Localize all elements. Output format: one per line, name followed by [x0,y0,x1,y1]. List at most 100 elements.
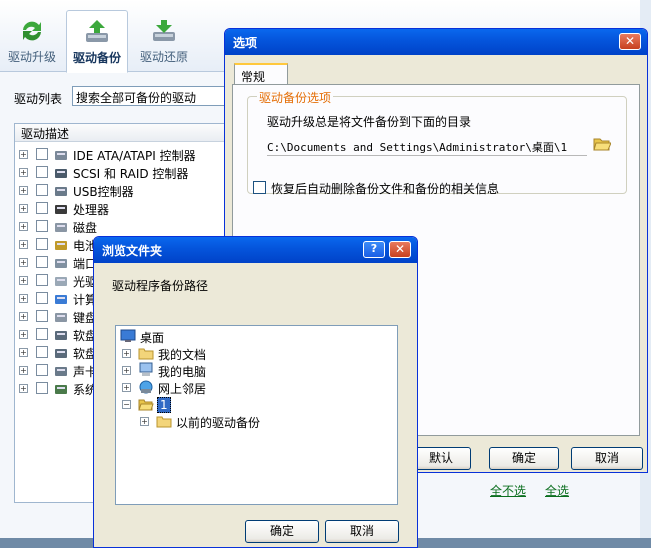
tree-item-label: 以前的驱动备份 [176,416,261,430]
floppy-icon [53,327,69,343]
folder-icon [156,416,172,428]
expand-icon[interactable]: + [19,294,28,303]
driver-checkbox[interactable] [36,220,48,232]
close-icon[interactable]: ✕ [389,241,411,258]
driver-tree-row[interactable]: + 磁盘 [15,218,225,236]
sound-icon [53,363,69,379]
collapse-icon[interactable]: − [122,400,131,409]
expand-icon[interactable]: + [19,258,28,267]
refresh-icon [23,21,41,41]
backup-options-group-title: 驱动备份选项 [257,89,334,106]
desktop-icon [120,329,136,342]
expand-icon[interactable]: + [19,186,28,195]
driver-list-select[interactable]: 搜索全部可备份的驱动 [72,86,232,106]
driver-checkbox[interactable] [36,382,48,394]
driver-tree-row[interactable]: + 处理器 [15,200,225,218]
expand-icon[interactable]: + [122,349,131,358]
select-none-link[interactable]: 全不选 [490,482,526,499]
driver-checkbox[interactable] [36,274,48,286]
driver-checkbox[interactable] [36,364,48,376]
tab-label: 驱动升级 [7,50,56,64]
driver-checkbox[interactable] [36,238,48,250]
tree-item-label: 网上邻居 [158,382,207,396]
driver-checkbox[interactable] [36,328,48,340]
port-icon [53,255,69,271]
browse-ok-button[interactable]: 确定 [245,520,319,543]
ide-controller-icon [53,147,69,163]
driver-tree-label: IDE ATA/ATAPI 控制器 [73,149,196,163]
expand-icon[interactable]: + [19,150,28,159]
driver-tree-label: 磁盘 [73,221,98,235]
tree-item-label: 我的电脑 [158,365,207,379]
help-icon[interactable]: ? [363,241,385,258]
expand-icon[interactable]: + [19,240,28,249]
default-button[interactable]: 默认 [411,447,471,470]
tree-item-label-selected: 1 [157,397,171,413]
auto-delete-backup-label: 恢复后自动删除备份文件和备份的相关信息 [271,182,500,196]
driver-tree-label: SCSI 和 RAID 控制器 [73,167,189,181]
system-icon [53,381,69,397]
expand-icon[interactable]: + [19,384,28,393]
expand-icon[interactable]: + [19,330,28,339]
driver-tree-row[interactable]: + IDE ATA/ATAPI 控制器 [15,146,225,164]
floppy-icon [53,345,69,361]
backup-icon [86,20,108,42]
browse-description: 驱动程序备份路径 [112,279,209,293]
tab-driver-upgrade[interactable]: 驱动升级 [0,10,64,72]
column-header-driver-description[interactable]: 驱动描述 [15,124,225,142]
tab-label: 驱动备份 [72,51,121,65]
driver-tree-label: USB控制器 [73,185,134,199]
folder-tree: 桌面 + 我的文档 + 我的电脑 + 网上邻居 − 1 + 以前的驱动备份 [115,325,398,505]
expand-icon[interactable]: + [19,276,28,285]
ok-button[interactable]: 确定 [489,447,559,470]
tree-item-label: 桌面 [140,331,165,345]
expand-icon[interactable]: + [19,348,28,357]
cancel-button[interactable]: 取消 [571,447,643,470]
driver-checkbox[interactable] [36,184,48,196]
tab-general[interactable]: 常规 [234,63,288,85]
computer-icon [53,291,69,307]
expand-icon[interactable]: + [122,383,131,392]
expand-icon[interactable]: + [19,222,28,231]
driver-checkbox[interactable] [36,202,48,214]
driver-checkbox[interactable] [36,148,48,160]
expand-icon[interactable]: + [140,417,149,426]
tab-driver-backup[interactable]: 驱动备份 [66,10,128,73]
close-icon[interactable]: ✕ [619,33,641,50]
battery-icon [53,237,69,253]
browse-cancel-button[interactable]: 取消 [325,520,399,543]
browse-dialog-title: 浏览文件夹 [102,244,163,258]
expand-icon[interactable]: + [19,312,28,321]
driver-checkbox[interactable] [36,166,48,178]
disk-icon [53,219,69,235]
driver-tree-label: 处理器 [73,203,110,217]
expand-icon[interactable]: + [19,204,28,213]
driver-checkbox[interactable] [36,346,48,358]
browse-folder-dialog: 浏览文件夹 ? ✕ 驱动程序备份路径 桌面 + 我的文档 + 我的电脑 + 网上… [93,236,418,548]
options-dialog-titlebar[interactable]: 选项 ✕ [225,29,647,55]
open-folder-icon[interactable] [593,136,611,152]
folder-icon [138,348,154,360]
browse-dialog-titlebar[interactable]: 浏览文件夹 ? ✕ [94,237,417,263]
driver-checkbox[interactable] [36,292,48,304]
expand-icon[interactable]: + [122,366,131,375]
backup-path-field[interactable]: C:\Documents and Settings\Administrator\… [267,136,587,156]
usb-icon [53,183,69,199]
tab-driver-restore[interactable]: 驱动还原 [132,10,196,72]
processor-icon [53,201,69,217]
driver-checkbox[interactable] [36,310,48,322]
tree-item-label: 我的文档 [158,348,207,362]
driver-tree-row[interactable]: + SCSI 和 RAID 控制器 [15,164,225,182]
driver-checkbox[interactable] [36,256,48,268]
driver-tree-row[interactable]: + USB控制器 [15,182,225,200]
driver-list-label: 驱动列表 [14,92,63,106]
keyboard-icon [53,309,69,325]
my-computer-icon [139,362,153,376]
options-dialog-title: 选项 [233,36,258,50]
open-folder-icon [138,399,154,411]
auto-delete-backup-checkbox[interactable] [253,181,266,194]
expand-icon[interactable]: + [19,168,28,177]
select-all-link[interactable]: 全选 [545,482,569,499]
restore-icon [153,20,175,41]
expand-icon[interactable]: + [19,366,28,375]
